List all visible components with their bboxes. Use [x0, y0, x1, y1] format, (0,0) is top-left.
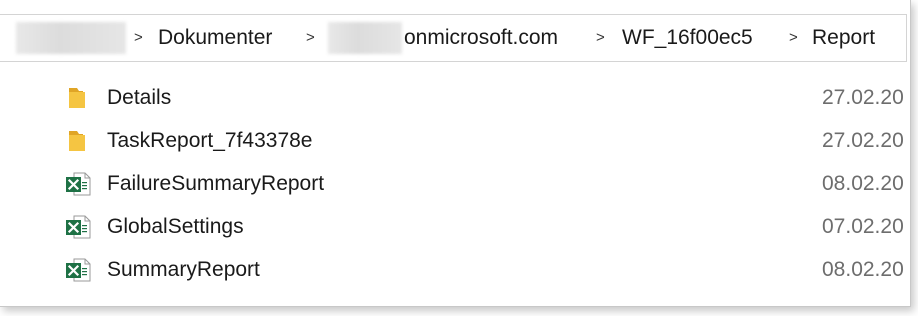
file-row-taskreport[interactable]: TaskReport_7f43378e 27.02.20 — [0, 121, 906, 164]
excel-file-icon — [66, 172, 91, 196]
redacted-path-segment — [16, 22, 126, 54]
file-row-failuresummaryreport[interactable]: FailureSummaryReport 08.02.20 — [0, 164, 906, 207]
file-name: Details — [107, 86, 172, 109]
file-explorer-window: > Dokumenter > onmicrosoft.com > WF_16f0… — [0, 0, 911, 307]
excel-file-icon — [66, 215, 91, 239]
breadcrumb-item-report[interactable]: Report — [812, 15, 875, 61]
breadcrumb-chevron-icon[interactable]: > — [306, 15, 315, 61]
folder-icon — [69, 131, 85, 151]
file-name: FailureSummaryReport — [107, 172, 325, 195]
file-date: 08.02.20 — [822, 172, 904, 195]
breadcrumb-chevron-icon[interactable]: > — [134, 15, 143, 61]
breadcrumb-item-dokumenter[interactable]: Dokumenter — [158, 15, 272, 61]
file-date: 27.02.20 — [822, 86, 904, 109]
file-date: 27.02.20 — [822, 129, 904, 152]
address-bar[interactable]: > Dokumenter > onmicrosoft.com > WF_16f0… — [0, 14, 907, 62]
excel-file-icon — [66, 258, 91, 282]
file-date: 07.02.20 — [822, 215, 904, 238]
breadcrumb-item-onmicrosoft[interactable]: onmicrosoft.com — [404, 15, 558, 61]
file-date: 08.02.20 — [822, 258, 904, 281]
breadcrumb-chevron-icon[interactable]: > — [596, 15, 605, 61]
breadcrumb-chevron-icon[interactable]: > — [789, 15, 798, 61]
file-row-globalsettings[interactable]: GlobalSettings 07.02.20 — [0, 207, 906, 250]
breadcrumb-item-wf[interactable]: WF_16f00ec5 — [622, 15, 753, 61]
file-name: SummaryReport — [107, 258, 260, 281]
file-row-summaryreport[interactable]: SummaryReport 08.02.20 — [0, 250, 906, 293]
file-name: TaskReport_7f43378e — [107, 129, 313, 152]
file-name: GlobalSettings — [107, 215, 244, 238]
file-row-details[interactable]: Details 27.02.20 — [0, 78, 906, 121]
folder-icon — [69, 88, 85, 108]
file-list: Details 27.02.20 TaskReport_7f43378e 27.… — [0, 78, 906, 293]
redacted-path-segment — [328, 22, 402, 54]
